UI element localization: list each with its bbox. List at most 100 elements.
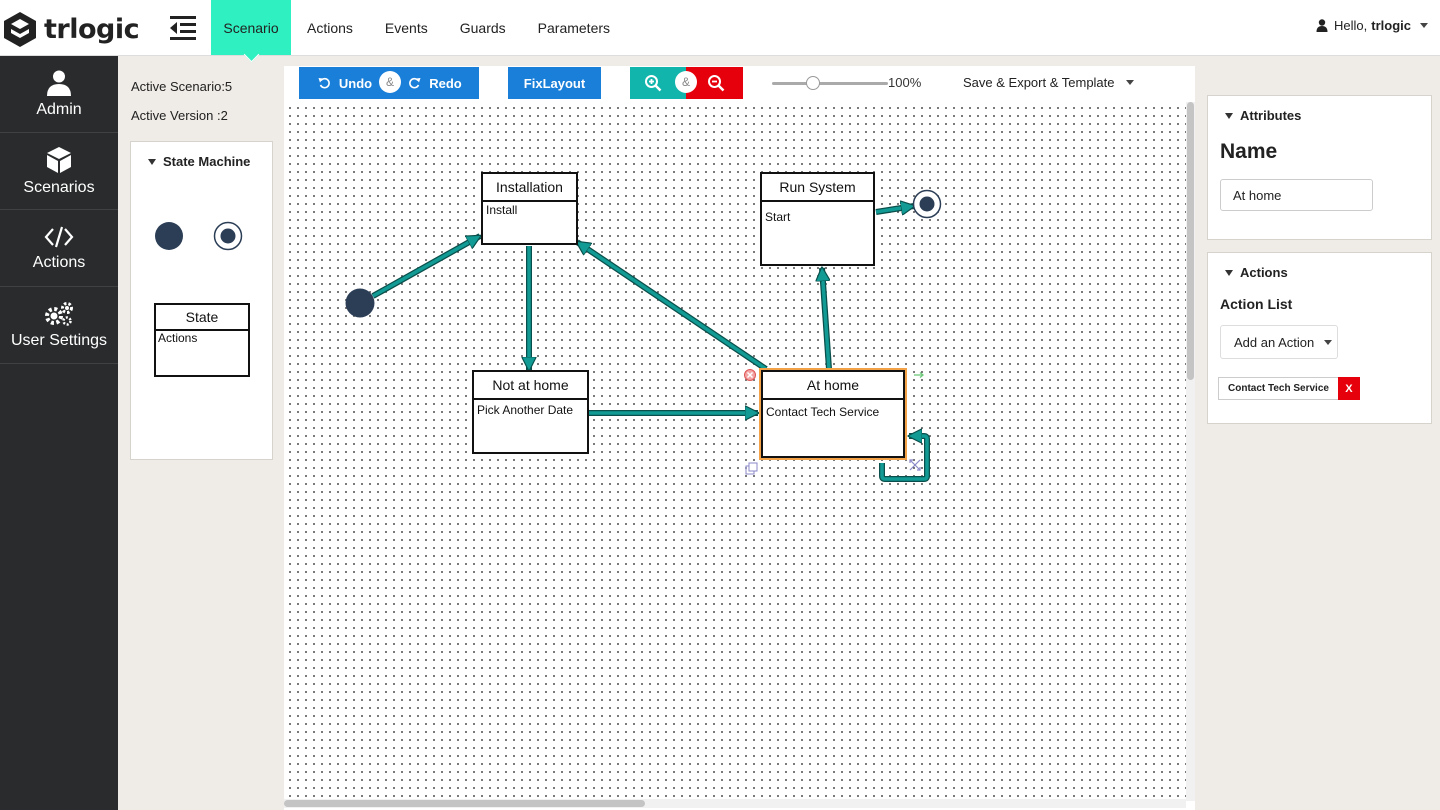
diagram-toolbar: Undo & Redo FixLayout & 100% Save & Expo… (284, 66, 1195, 102)
logo[interactable]: trlogic (2, 10, 140, 48)
user-menu[interactable]: Hello, trlogic (1316, 18, 1428, 33)
name-heading: Name (1220, 140, 1278, 163)
user-icon (1316, 19, 1328, 32)
state-title: Not at home (474, 372, 587, 400)
caret-down-icon (1225, 112, 1233, 119)
scenario-info: Active Scenario:5 Active Version :2 Stat… (118, 56, 284, 810)
diagram-canvas[interactable]: Installation Install Run System Start No… (284, 102, 1186, 801)
horizontal-scrollbar[interactable] (284, 799, 1186, 808)
action-tag-label: Contact Tech Service (1218, 377, 1338, 400)
main-nav: Scenario Actions Events Guards Parameter… (211, 0, 626, 56)
actions-title: Actions (1240, 265, 1288, 280)
zoom-level: 100% (888, 75, 922, 90)
zoom-out-icon (707, 75, 724, 92)
sidebar-item-label: User Settings (10, 331, 108, 349)
initial-state-node[interactable] (345, 288, 375, 318)
action-tag: Contact Tech Service X (1218, 377, 1360, 400)
undo-redo-separator: & (379, 71, 401, 93)
zoom-slider-handle[interactable] (806, 76, 820, 90)
add-action-label: Add an Action (1234, 334, 1315, 350)
sidebar-item-label: Actions (32, 253, 86, 271)
state-body: Contact Tech Service (766, 405, 880, 419)
menu-collapse-icon[interactable] (168, 14, 198, 42)
undo-button[interactable]: Undo (299, 67, 391, 99)
state-title: Run System (762, 174, 873, 202)
redo-icon (409, 77, 421, 88)
final-state-node[interactable] (912, 189, 942, 219)
horizontal-scrollbar-thumb[interactable] (284, 800, 645, 807)
save-export-label: Save & Export & Template (963, 75, 1115, 90)
remove-action-button[interactable]: X (1337, 377, 1360, 400)
state-body: Start (765, 210, 791, 224)
tab-parameters[interactable]: Parameters (522, 0, 626, 55)
tab-events[interactable]: Events (369, 0, 444, 55)
transition-initial-to-installation[interactable] (371, 233, 480, 299)
palette-final-state[interactable] (213, 221, 243, 251)
cube-icon (47, 146, 71, 173)
state-not-at-home[interactable]: Not at home Pick Another Date (472, 370, 589, 454)
user-icon (47, 70, 71, 96)
attributes-title: Attributes (1240, 108, 1302, 123)
link-handle-icon[interactable] (914, 372, 925, 378)
delete-handle-icon[interactable] (744, 369, 756, 381)
state-installation[interactable]: Installation Install (481, 172, 578, 245)
sidebar-item-actions[interactable]: Actions (0, 210, 118, 287)
state-title: At home (763, 372, 903, 400)
code-icon (44, 226, 74, 247)
state-title: State (156, 305, 248, 331)
tab-scenario[interactable]: Scenario (211, 0, 291, 55)
chevron-down-icon (1420, 23, 1428, 28)
transitions-layer (345, 189, 942, 482)
state-title: Installation (483, 174, 576, 202)
vertical-scrollbar-thumb[interactable] (1187, 102, 1194, 380)
resize-handle-icon[interactable] (909, 459, 921, 471)
attributes-header[interactable]: Attributes (1225, 108, 1301, 123)
fix-layout-button[interactable]: FixLayout (508, 67, 601, 99)
tab-actions[interactable]: Actions (291, 0, 369, 55)
chevron-down-icon (1324, 339, 1333, 345)
zoom-in-icon (645, 75, 662, 92)
actions-header[interactable]: Actions (1225, 265, 1288, 280)
redo-button[interactable]: Redo (391, 67, 479, 99)
palette-shapes (155, 221, 243, 251)
user-greeting: Hello, (1334, 18, 1368, 33)
add-action-dropdown[interactable]: Add an Action (1220, 325, 1338, 359)
top-bar: trlogic Scenario Actions Events Guards P… (0, 0, 1440, 56)
state-body: Install (486, 203, 518, 217)
logo-cube-icon (4, 12, 36, 47)
active-version: Active Version :2 (131, 108, 228, 123)
tab-guards[interactable]: Guards (444, 0, 522, 55)
sidebar: Admin Scenarios Actions User Settings (0, 56, 118, 810)
save-export-menu[interactable]: Save & Export & Template (963, 75, 1134, 90)
attributes-panel: Attributes Name (1207, 95, 1432, 240)
vertical-scrollbar[interactable] (1186, 102, 1195, 801)
clone-handle-icon[interactable] (745, 462, 758, 475)
transition-at-home-to-installation[interactable] (577, 239, 768, 372)
zoom-slider[interactable] (772, 82, 888, 85)
active-scenario: Active Scenario:5 (131, 79, 233, 94)
state-body: Pick Another Date (477, 403, 574, 417)
state-body: Actions (158, 331, 198, 345)
state-name-input[interactable] (1220, 179, 1373, 211)
palette-initial-state[interactable] (155, 222, 183, 250)
actions-panel: Actions Action List Add an Action Contac… (1207, 252, 1432, 424)
redo-label: Redo (429, 75, 462, 91)
diagram-panel: Undo & Redo FixLayout & 100% Save & Expo… (284, 66, 1195, 810)
sidebar-item-label: Scenarios (23, 178, 95, 196)
undo-label: Undo (338, 75, 373, 91)
transition-at-home-to-run-system[interactable] (822, 268, 832, 370)
action-list-label: Action List (1220, 296, 1293, 312)
state-machine-palette: State Machine State Actions (130, 141, 273, 460)
logo-text: trlogic (44, 13, 140, 45)
state-run-system[interactable]: Run System Start (760, 172, 875, 266)
caret-down-icon (1225, 269, 1233, 276)
sidebar-item-admin[interactable]: Admin (0, 56, 118, 133)
zoom-separator: & (675, 71, 697, 93)
user-name: trlogic (1371, 18, 1411, 33)
undo-icon (318, 77, 330, 88)
transition-run-system-to-final[interactable] (875, 206, 914, 212)
state-at-home[interactable]: At home Contact Tech Service (759, 368, 907, 460)
sidebar-item-user-settings[interactable]: User Settings (0, 287, 118, 364)
palette-state-template[interactable]: State Actions (154, 303, 250, 377)
sidebar-item-scenarios[interactable]: Scenarios (0, 133, 118, 210)
